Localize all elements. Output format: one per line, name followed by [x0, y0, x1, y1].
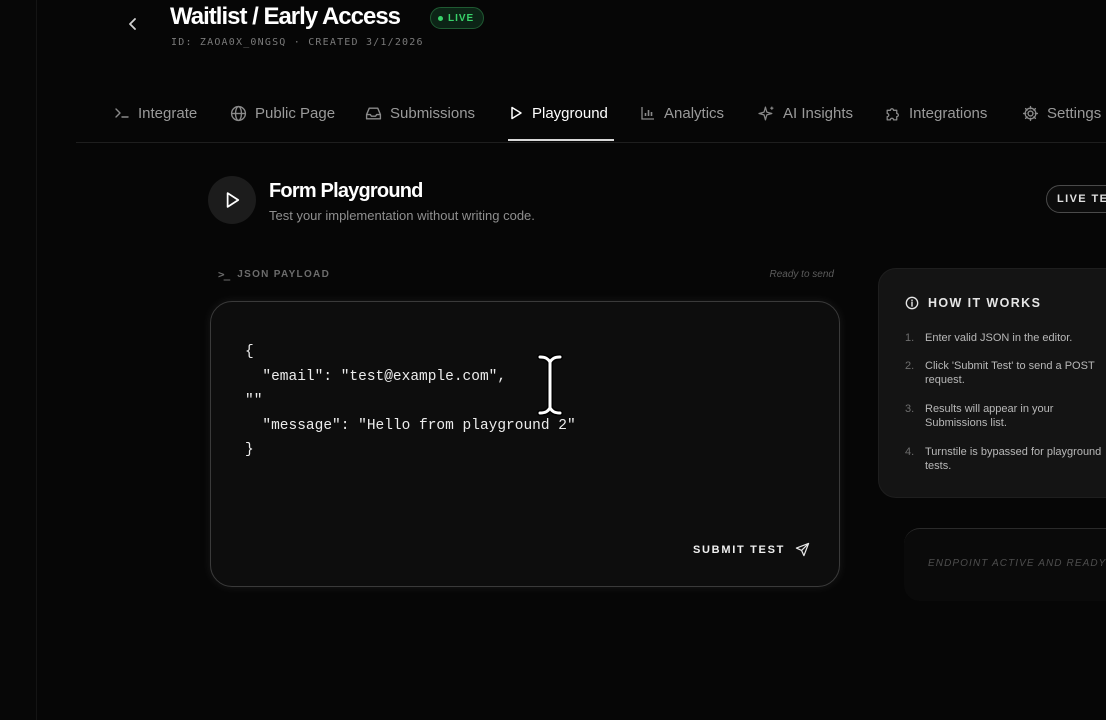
tab-label: Public Page: [255, 104, 336, 122]
list-item: 2. Click 'Submit Test' to send a POST re…: [905, 359, 1106, 387]
tab-label: Playground: [532, 104, 608, 122]
left-rail: [0, 0, 37, 720]
bar-chart-icon: [641, 107, 654, 120]
tab-label: AI Insights: [783, 104, 854, 122]
play-icon: [511, 106, 522, 120]
playground-title: Form Playground: [269, 180, 423, 202]
active-tab-indicator: [508, 139, 614, 141]
step-text: Enter valid JSON in the editor.: [925, 332, 1073, 344]
tab-label: Submissions: [390, 104, 476, 122]
json-editor[interactable]: { "email": "test@example.com", "" "messa…: [245, 340, 576, 463]
step-text: Click 'Submit Test' to send a POST reque…: [925, 360, 1095, 386]
terminal-icon: >_: [218, 268, 230, 281]
step-number: 3.: [905, 403, 915, 415]
json-editor-card: { "email": "test@example.com", "" "messa…: [210, 301, 840, 587]
puzzle-icon: [886, 107, 899, 121]
submit-test-button[interactable]: SUBMIT TEST: [693, 542, 810, 557]
tab-submissions[interactable]: Submissions: [365, 96, 475, 130]
info-icon: [905, 296, 919, 310]
send-icon: [795, 542, 810, 557]
tab-settings[interactable]: Settings: [1022, 96, 1101, 130]
payload-label-text: JSON PAYLOAD: [237, 269, 331, 280]
tab-public-page[interactable]: Public Page: [230, 96, 335, 130]
live-test-button[interactable]: LIVE TEST: [1046, 185, 1106, 213]
step-number: 2.: [905, 360, 915, 372]
step-text: Turnstile is bypassed for playground tes…: [925, 446, 1102, 472]
tab-label: Settings: [1047, 104, 1102, 122]
endpoint-status-text: ENDPOINT ACTIVE AND READY: [928, 558, 1106, 569]
text-cursor-icon: [537, 354, 563, 416]
tab-label: Integrate: [138, 104, 198, 122]
tab-bar: Integrate Public Page Submissions Playgr…: [76, 96, 1106, 143]
tab-label: Integrations: [909, 104, 988, 122]
live-dot-icon: [438, 15, 443, 21]
status-badge: LIVE: [430, 7, 485, 29]
payload-status: Ready to send: [769, 269, 835, 280]
sparkles-icon: [758, 105, 774, 121]
tab-analytics[interactable]: Analytics: [640, 96, 724, 130]
terminal-icon: [115, 108, 129, 118]
step-number: 1.: [905, 332, 915, 344]
how-it-works-heading: HOW IT WORKS: [928, 296, 1042, 310]
globe-icon: [230, 105, 247, 121]
list-item: 3. Results will appear in your Submissio…: [905, 402, 1106, 430]
inbox-icon: [365, 106, 382, 120]
how-it-works-title: HOW IT WORKS: [905, 296, 1041, 310]
payload-label: >_ JSON PAYLOAD: [218, 268, 330, 281]
playground-subtitle: Test your implementation without writing…: [269, 208, 535, 223]
gear-icon: [1022, 105, 1039, 121]
back-button[interactable]: [122, 12, 144, 36]
tab-label: Analytics: [664, 104, 725, 122]
page-title: Waitlist / Early Access: [170, 3, 401, 30]
tab-integrations[interactable]: Integrations: [884, 96, 987, 130]
endpoint-status-card: ENDPOINT ACTIVE AND READY: [904, 528, 1106, 601]
chevron-left-icon: [129, 18, 136, 30]
status-badge-label: LIVE: [448, 12, 475, 24]
tab-integrate[interactable]: Integrate: [114, 96, 197, 130]
tab-playground[interactable]: Playground: [508, 96, 608, 130]
step-number: 4.: [905, 446, 915, 458]
list-item: 1. Enter valid JSON in the editor.: [905, 331, 1106, 345]
playground-icon-circle: [208, 176, 256, 224]
step-text: Results will appear in your Submissions …: [925, 403, 1054, 429]
how-it-works-card: HOW IT WORKS 1. Enter valid JSON in the …: [878, 268, 1106, 498]
form-meta: ID: ZAOA0X_0NGSQ · CREATED 3/1/2026: [171, 37, 424, 48]
submit-test-label: SUBMIT TEST: [693, 543, 786, 556]
tab-ai-insights[interactable]: AI Insights: [758, 96, 853, 130]
play-icon: [226, 192, 240, 208]
list-item: 4. Turnstile is bypassed for playground …: [905, 445, 1106, 473]
